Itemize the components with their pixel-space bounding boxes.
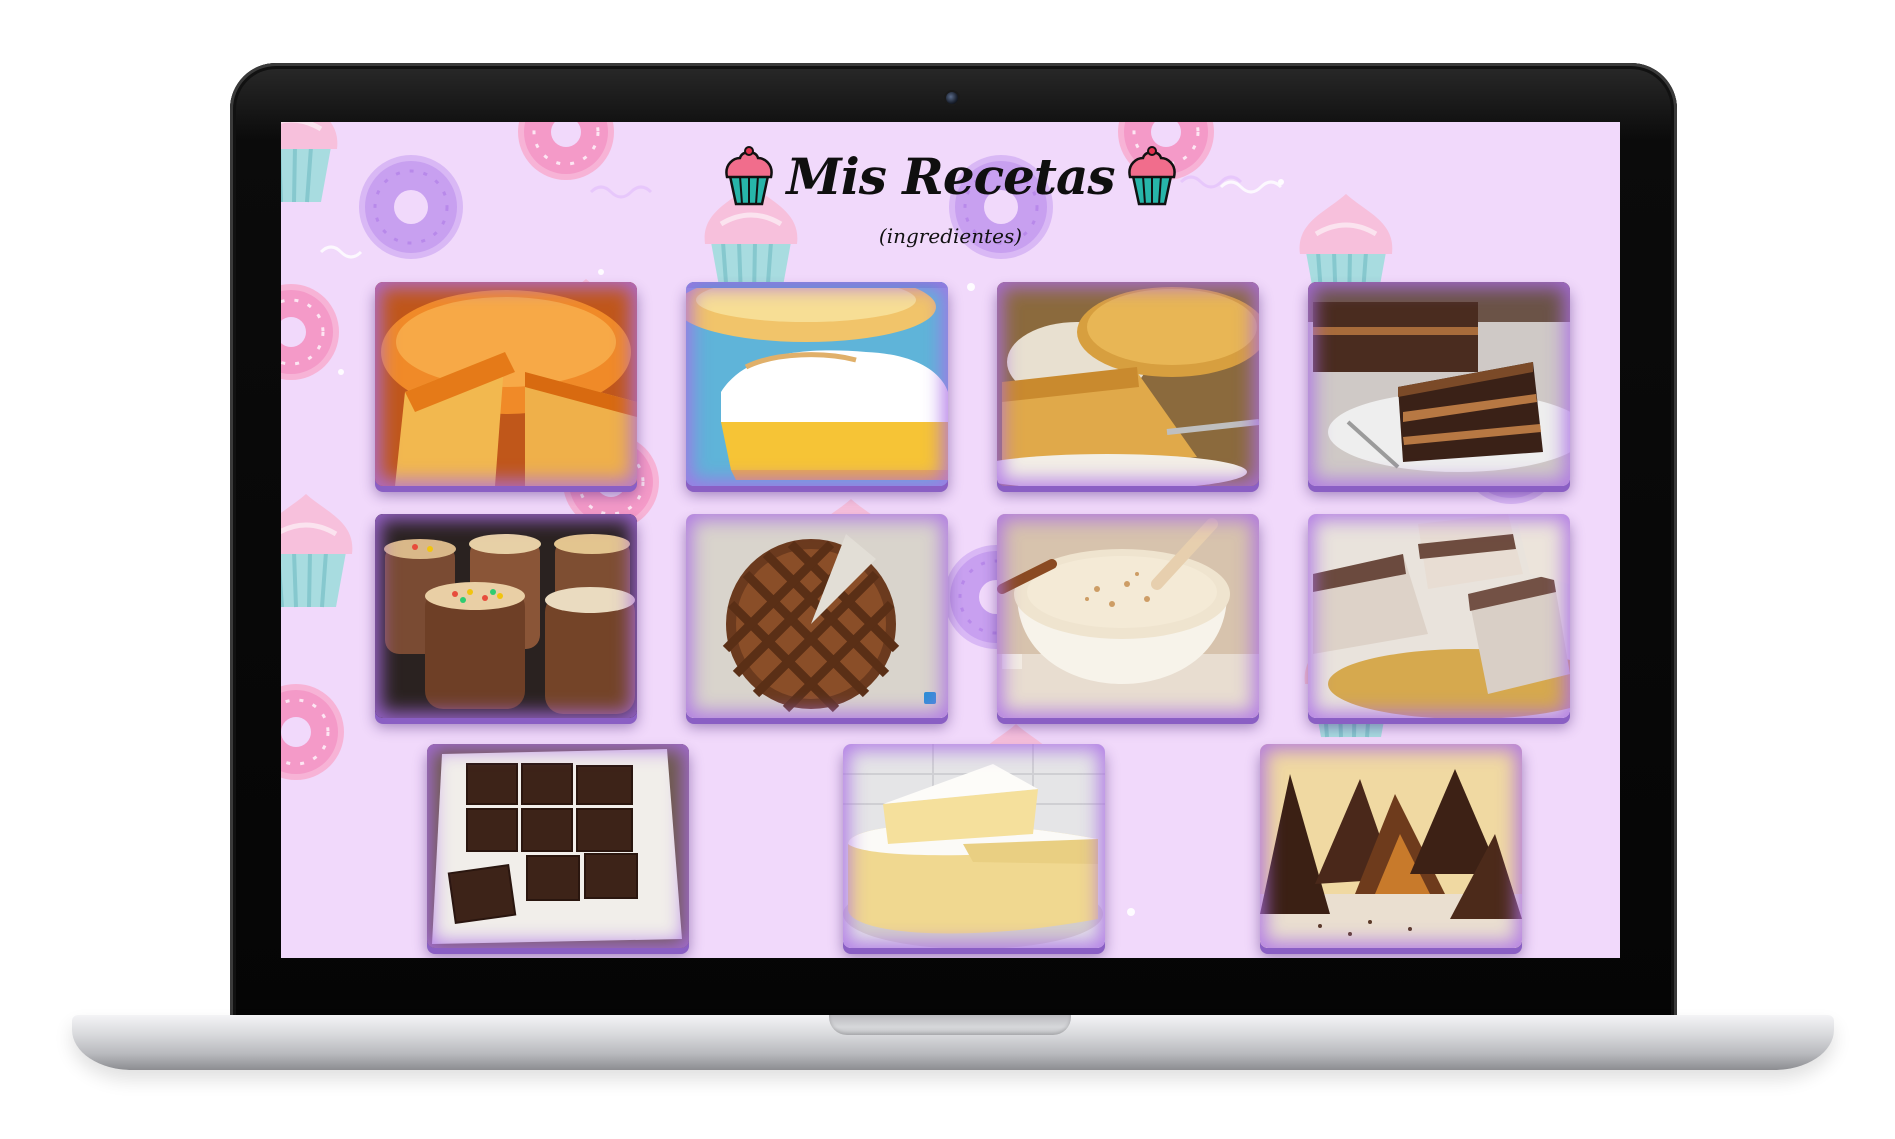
- chocolate-pudding-cups-image: [375, 514, 637, 718]
- lattice-tart-image: [686, 514, 948, 718]
- recipe-card-chocolate-layer-cake[interactable]: [1308, 282, 1570, 486]
- page-title: Mis Recetas: [786, 146, 1115, 206]
- recipe-card-chocolate-pudding-cups[interactable]: [375, 514, 637, 718]
- page-subtitle: (ingredientes): [878, 224, 1023, 248]
- recipe-card-apple-crumble-tart[interactable]: [997, 282, 1259, 486]
- recipe-card-lemon-meringue-pie[interactable]: [686, 282, 948, 486]
- camera-icon: [946, 92, 958, 104]
- header: Mis Recetas: [281, 146, 1620, 206]
- chocolate-layer-cake-image: [1308, 282, 1570, 486]
- recipe-card-chocolate-marshmallow-bars[interactable]: [1308, 514, 1570, 718]
- recipe-card-lattice-tart[interactable]: [686, 514, 948, 718]
- apple-crumble-tart-image: [997, 282, 1259, 486]
- cupcake-icon: [1127, 146, 1176, 206]
- flan-image: [375, 282, 637, 486]
- cupcake-icon: [725, 146, 774, 206]
- recipe-card-brownies[interactable]: [427, 744, 689, 948]
- recipe-card-flan[interactable]: [375, 282, 637, 486]
- recipe-card-rice-pudding[interactable]: [997, 514, 1259, 718]
- brownies-image: [427, 744, 689, 948]
- chocolate-marshmallow-bars-image: [1308, 514, 1570, 718]
- recipe-card-chocolate-cones[interactable]: [1260, 744, 1522, 948]
- cheese-cake-image: [843, 744, 1105, 948]
- recipe-card-cheese-cake[interactable]: [843, 744, 1105, 948]
- lemon-meringue-pie-image: [686, 282, 948, 486]
- laptop-notch: [829, 1015, 1071, 1035]
- rice-pudding-image: [997, 514, 1259, 718]
- screen: Mis Recetas (ingredientes): [281, 122, 1620, 958]
- chocolate-cones-image: [1260, 744, 1522, 948]
